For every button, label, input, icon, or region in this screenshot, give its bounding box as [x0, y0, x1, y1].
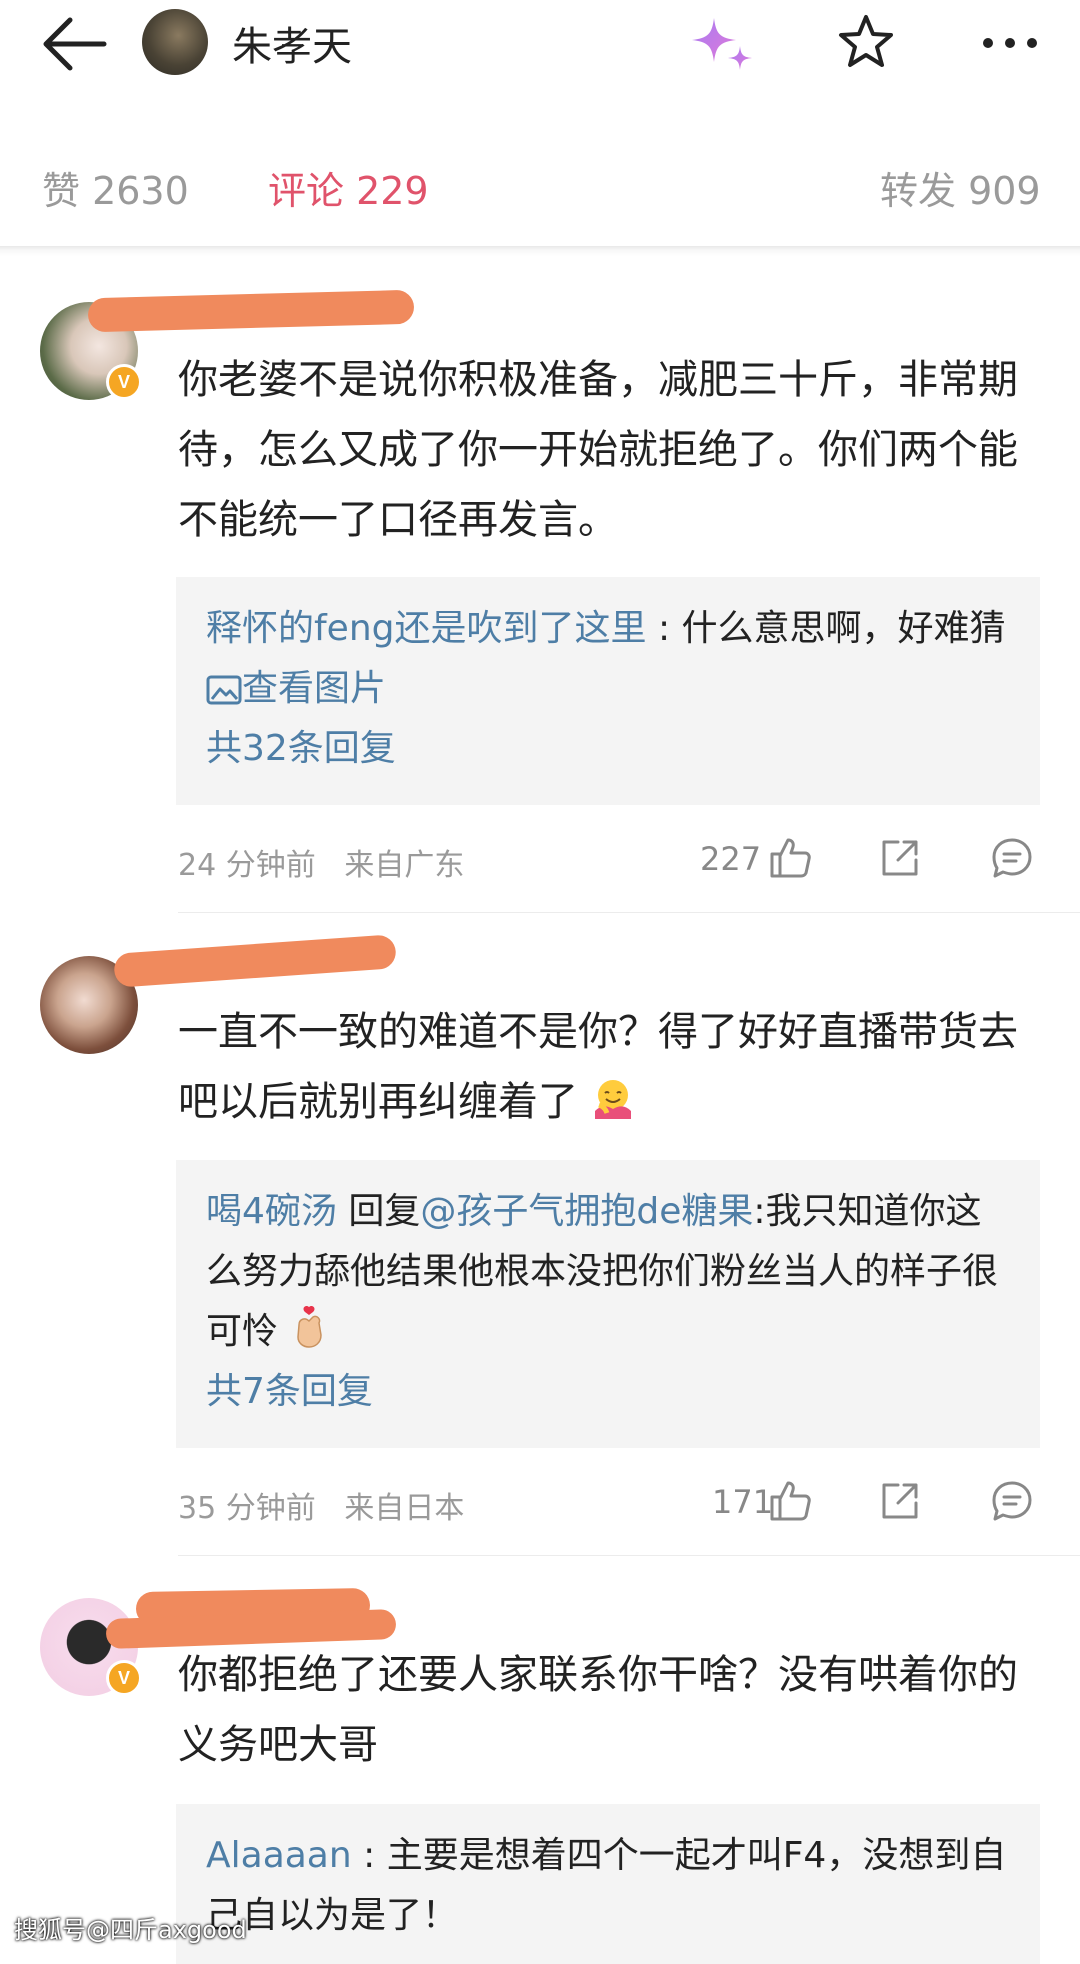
reply-username[interactable]: Alaaaan	[206, 1835, 352, 1876]
separator	[178, 912, 1080, 913]
comment-text: 你老婆不是说你积极准备，减肥三十斤，非常期待，怎么又成了你一开始就拒绝了。你们两…	[178, 357, 1018, 543]
view-image-link[interactable]: 查看图片	[206, 668, 386, 709]
comment-bubble-icon[interactable]	[990, 836, 1034, 880]
reply-username[interactable]: 释怀的feng还是吹到了这里	[206, 608, 647, 649]
reply-username[interactable]: 喝4碗汤	[206, 1191, 337, 1232]
top-bar: 朱孝天	[0, 0, 1080, 90]
reply-separator: 回复	[336, 1191, 421, 1232]
tab-comments[interactable]: 评论 229	[268, 160, 429, 215]
reply-separator: :	[351, 1835, 387, 1876]
share-icon[interactable]	[878, 1479, 922, 1523]
verified-badge-icon: V	[106, 364, 142, 400]
image-icon	[206, 675, 242, 705]
like-count: 171	[712, 1483, 774, 1521]
tab-reposts[interactable]: 转发 909	[880, 160, 1041, 215]
reply-count-link[interactable]: 共7条回复	[176, 1362, 1040, 1422]
more-icon[interactable]	[980, 28, 1040, 58]
reply-separator: :	[646, 608, 682, 649]
reply-preview[interactable]: Alaaaan : 主要是想着四个一起才叫F4，没想到自己自以为是了！	[176, 1804, 1040, 1964]
comment-time: 24 分钟前	[178, 848, 316, 883]
comment-meta: 35 分钟前 来自日本	[178, 1483, 464, 1527]
view-image-label: 查看图片	[242, 668, 387, 709]
verified-badge-icon: V	[106, 1660, 142, 1696]
comment-bubble-icon[interactable]	[990, 1479, 1034, 1523]
back-arrow-icon[interactable]	[40, 16, 110, 72]
like-count: 227	[700, 840, 762, 878]
reply-preview[interactable]: 喝4碗汤 回复@孩子气拥抱de糖果:我只知道你这么努力舔他结果他根本没把你们粉丝…	[176, 1160, 1040, 1448]
reply-mention[interactable]: @孩子气拥抱de糖果	[420, 1191, 753, 1232]
divider	[0, 246, 1080, 256]
comment-text: 一直不一致的难道不是你？得了好好直播带货去吧以后就别再纠缠着了	[178, 997, 1028, 1137]
reply-preview[interactable]: 释怀的feng还是吹到了这里 : 什么意思啊，好难猜 查看图片 共32条回复	[176, 577, 1040, 805]
hug-emoji-icon	[594, 1080, 631, 1119]
comment-text: 你都拒绝了还要人家联系你干啥？没有哄着你的义务吧大哥	[178, 1652, 1018, 1768]
comment-location: 来自广东	[344, 848, 465, 883]
reply-count-link[interactable]: 共32条回复	[176, 719, 1040, 779]
user-avatar[interactable]	[142, 9, 208, 75]
reply-text: 什么意思啊，好难猜	[681, 608, 1006, 649]
user-name[interactable]: 朱孝天	[232, 14, 352, 72]
redacted-username	[113, 934, 397, 988]
star-icon[interactable]	[836, 12, 896, 72]
tab-likes[interactable]: 赞 2630	[42, 160, 189, 215]
separator	[178, 1555, 1080, 1556]
comment-meta: 24 分钟前 来自广东	[178, 840, 464, 884]
share-icon[interactable]	[878, 836, 922, 880]
comment-location: 来自日本	[344, 1491, 465, 1526]
comment-time: 35 分钟前	[178, 1491, 316, 1526]
thumbs-up-icon[interactable]	[768, 1479, 812, 1523]
tab-bar: 赞 2630 评论 229 转发 909	[0, 150, 1080, 220]
sparkle-icon[interactable]	[688, 14, 758, 74]
finger-heart-emoji-icon	[297, 1305, 323, 1348]
watermark: 搜狐号@四斤axgood	[14, 1916, 247, 1944]
redacted-username	[87, 289, 415, 333]
thumbs-up-icon[interactable]	[768, 836, 812, 880]
